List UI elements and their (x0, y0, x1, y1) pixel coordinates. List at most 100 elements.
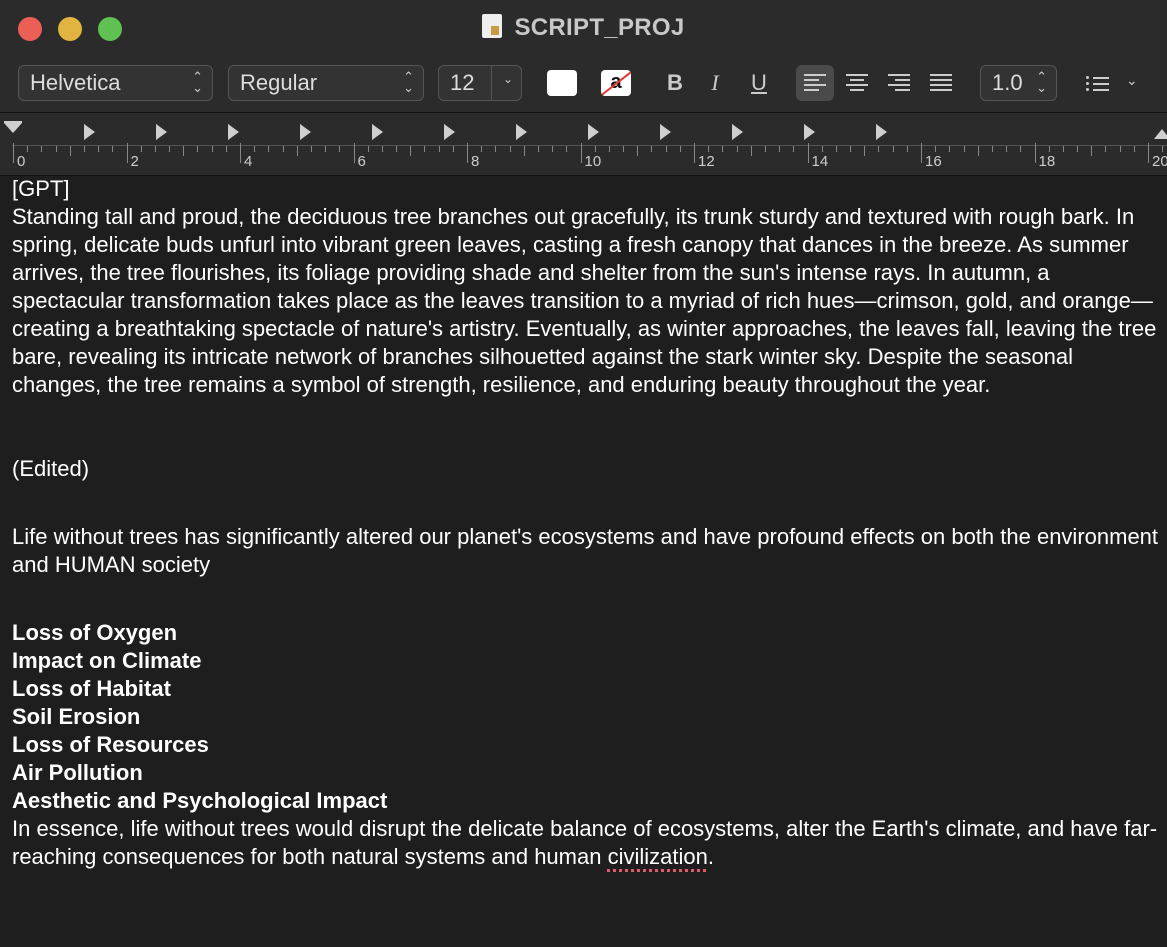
ruler-minor-tick (594, 146, 596, 152)
window-title: SCRIPT_PROJ (0, 14, 1167, 42)
ruler-minor-tick (864, 146, 866, 156)
ruler-minor-tick (268, 146, 270, 152)
tab-stop-marker[interactable] (156, 124, 167, 140)
tab-stop-marker[interactable] (300, 124, 311, 140)
tab-stop-marker[interactable] (372, 124, 383, 140)
ruler-minor-tick (282, 146, 284, 152)
left-indent-marker[interactable] (4, 123, 22, 133)
justify-button[interactable] (922, 65, 960, 101)
document-body[interactable]: [GPT] Standing tall and proud, the decid… (12, 175, 1164, 871)
ruler-minor-tick (1091, 146, 1093, 156)
ruler-minor-tick (708, 146, 710, 152)
ruler-minor-tick (821, 146, 823, 152)
ruler-minor-tick (679, 146, 681, 152)
font-size-value: 12 (450, 70, 475, 95)
tab-stop-marker[interactable] (516, 124, 527, 140)
ruler-minor-tick (112, 146, 114, 152)
tab-stop-marker[interactable] (660, 124, 671, 140)
tab-stop-marker[interactable] (588, 124, 599, 140)
heading-gpt: [GPT] (12, 176, 70, 201)
line-spacing-select[interactable]: 1.0 ⌃ ⌄ (980, 65, 1057, 101)
ruler-minor-tick (665, 146, 667, 152)
ruler-minor-tick (764, 146, 766, 152)
misspelled-word[interactable]: civilization (608, 844, 708, 869)
ruler-minor-tick (325, 146, 327, 152)
font-size-combo[interactable]: 12 ⌄ (438, 65, 522, 101)
bold-item-climate: Impact on Climate (12, 648, 202, 673)
bold-item-habitat: Loss of Habitat (12, 676, 171, 701)
ruler-minor-tick (991, 146, 993, 152)
ruler-minor-tick (1062, 146, 1064, 152)
ruler-major-tick (1148, 143, 1149, 163)
tab-stop-marker[interactable] (444, 124, 455, 140)
bold-item-air-pollution: Air Pollution (12, 760, 143, 785)
font-style-value: Regular (240, 70, 318, 95)
ruler-major-tick (467, 143, 468, 163)
ruler-minor-tick (1020, 146, 1022, 152)
ruler-minor-tick (779, 146, 781, 152)
ruler-baseline (12, 145, 1167, 146)
ruler[interactable]: 0 2 4 6 8 10 12 14 16 18 20 (0, 113, 1167, 176)
tab-stop-marker[interactable] (732, 124, 743, 140)
ruler-minor-tick (566, 146, 568, 152)
ruler-label: 20 (1152, 153, 1167, 170)
ruler-major-tick (580, 143, 582, 163)
updown-arrows-icon: ⌃ ⌄ (403, 69, 414, 95)
text-color-button[interactable] (547, 70, 577, 96)
ruler-minor-tick (537, 146, 539, 152)
edited-label: (Edited) (12, 456, 90, 481)
ruler-minor-tick (169, 146, 171, 152)
ruler-minor-tick (963, 146, 965, 152)
ruler-minor-tick (83, 146, 85, 152)
tab-stop-marker[interactable] (84, 124, 95, 140)
align-left-button[interactable] (796, 65, 834, 101)
ruler-label: 12 (698, 153, 715, 170)
ruler-label: 6 (357, 153, 366, 170)
underline-button[interactable]: U (744, 68, 774, 98)
font-style-select[interactable]: Regular ⌃ ⌄ (228, 65, 424, 101)
list-style-button[interactable]: ⌄ (1080, 68, 1150, 98)
ruler-minor-tick (608, 146, 610, 152)
ruler-label: 0 (17, 153, 26, 170)
ruler-minor-tick (225, 146, 227, 152)
bold-button[interactable]: B (660, 68, 690, 98)
ruler-label: 2 (130, 153, 139, 170)
ruler-label: 10 (584, 153, 602, 170)
font-family-select[interactable]: Helvetica ⌃ ⌄ (18, 65, 213, 101)
ruler-minor-tick (183, 146, 185, 156)
italic-button[interactable]: I (700, 68, 730, 98)
ruler-major-tick (694, 143, 695, 163)
ruler-label: 16 (925, 153, 942, 170)
tab-stop-marker[interactable] (876, 124, 887, 140)
align-right-button[interactable] (880, 65, 918, 101)
ruler-minor-tick (977, 146, 979, 156)
align-center-button[interactable] (838, 65, 876, 101)
conclusion-end: . (707, 844, 714, 869)
bold-item-soil-erosion: Soil Erosion (12, 704, 141, 729)
ruler-label: 18 (1038, 153, 1056, 170)
ruler-minor-tick (438, 146, 440, 152)
highlight-color-button[interactable]: a (601, 70, 631, 96)
ruler-minor-tick (41, 146, 43, 152)
ruler-minor-tick (339, 146, 341, 152)
ruler-minor-tick (410, 146, 412, 156)
right-indent-marker[interactable] (1154, 129, 1167, 139)
chevron-down-icon[interactable]: ⌄ (503, 73, 513, 85)
paragraph-tree-description: Standing tall and proud, the deciduous t… (12, 204, 1157, 397)
ruler-major-tick (807, 143, 809, 163)
ruler-minor-tick (452, 146, 454, 152)
ruler-minor-tick (55, 146, 57, 152)
ruler-minor-tick (495, 146, 497, 152)
ruler-minor-tick (367, 146, 369, 152)
ruler-minor-tick (140, 146, 142, 152)
ruler-minor-tick (197, 146, 199, 152)
ruler-minor-tick (949, 146, 951, 152)
ruler-minor-tick (1006, 146, 1008, 152)
window-title-text: SCRIPT_PROJ (514, 14, 685, 41)
ruler-minor-tick (381, 146, 383, 152)
tab-stop-marker[interactable] (804, 124, 815, 140)
ruler-minor-tick (98, 146, 100, 152)
tab-stop-marker[interactable] (228, 124, 239, 140)
updown-arrows-icon: ⌃ ⌄ (1036, 69, 1047, 95)
ruler-minor-tick (254, 146, 256, 152)
